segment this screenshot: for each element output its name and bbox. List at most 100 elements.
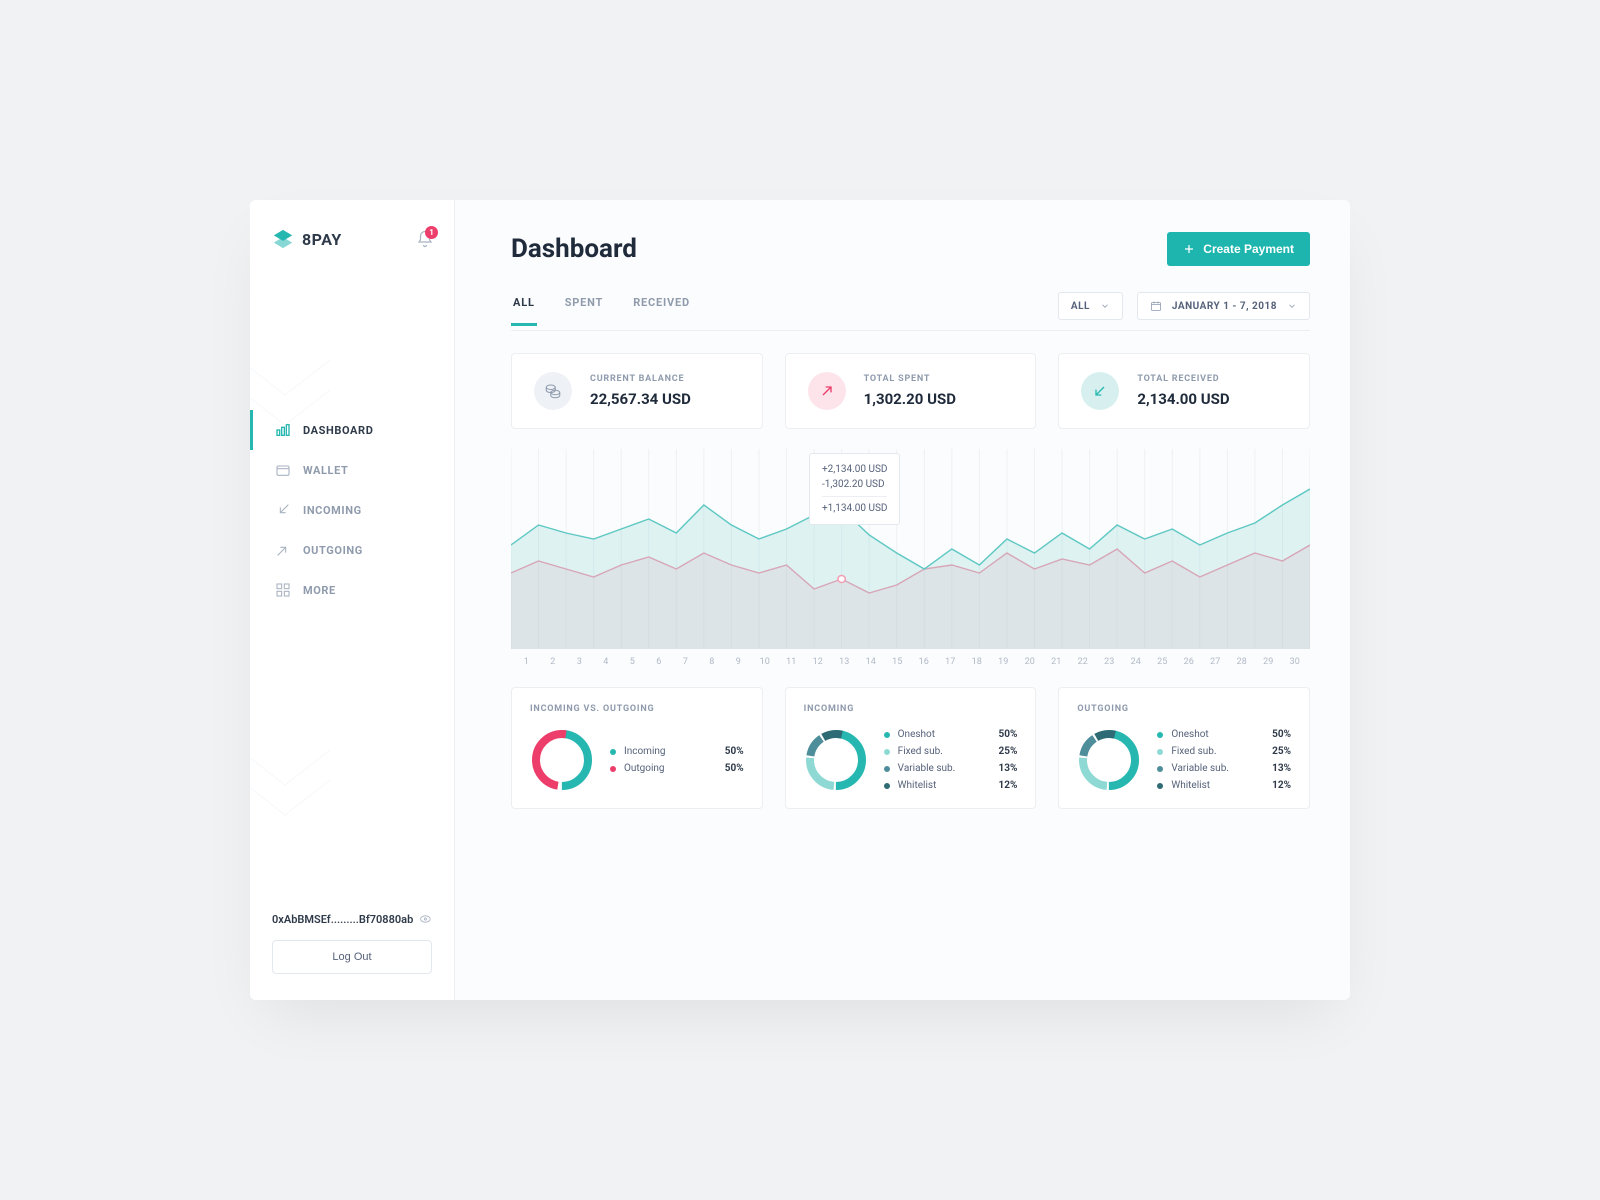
legend-value: 13%	[998, 763, 1017, 774]
chart-tooltip: +2,134.00 USD -1,302.20 USD +1,134.00 US…	[809, 453, 900, 525]
sidebar-item-label: DASHBOARD	[303, 424, 373, 437]
calendar-icon	[1150, 300, 1162, 312]
sidebar-item-label: MORE	[303, 584, 336, 597]
stat-label: TOTAL SPENT	[864, 374, 956, 384]
arrow-in-icon	[1081, 372, 1119, 410]
legend-value: 13%	[1272, 763, 1291, 774]
date-range-select[interactable]: JANUARY 1 - 7, 2018	[1137, 292, 1310, 320]
scope-select[interactable]: ALL	[1058, 292, 1123, 320]
brand-logo[interactable]: 8PAY	[272, 228, 342, 250]
donut-chart	[530, 728, 594, 792]
chart-x-axis: 1234567891011121314151617181920212223242…	[511, 657, 1310, 667]
legend-value: 50%	[725, 763, 744, 774]
legend-value: 25%	[1272, 746, 1291, 757]
arrow-out-icon	[808, 372, 846, 410]
donut-title: OUTGOING	[1077, 704, 1291, 714]
tab-spent[interactable]: SPENT	[563, 296, 605, 326]
legend-dot	[610, 749, 616, 755]
stat-value: 1,302.20 USD	[864, 390, 956, 408]
legend-row: Fixed sub. 25%	[1157, 746, 1291, 757]
eye-icon[interactable]	[419, 912, 432, 926]
sidebar-item-more[interactable]: MORE	[250, 570, 454, 610]
legend-row: Incoming 50%	[610, 746, 744, 757]
stat-card-balance: CURRENT BALANCE 22,567.34 USD	[511, 353, 763, 429]
sidebar-decor-bottom	[250, 740, 350, 860]
legend-row: Whitelist 12%	[1157, 780, 1291, 791]
sidebar: 8PAY 1 DASHBOARD WALLET	[250, 200, 455, 1000]
wallet-address: 0xAbBMSEf.........Bf70880ab	[272, 912, 432, 926]
sidebar-item-outgoing[interactable]: OUTGOING	[250, 530, 454, 570]
donut-title: INCOMING	[804, 704, 1018, 714]
legend-row: Outgoing 50%	[610, 763, 744, 774]
donuts-row: INCOMING VS. OUTGOING Incoming 50% Outgo…	[511, 687, 1310, 809]
tab-received[interactable]: RECEIVED	[631, 296, 692, 326]
legend-label: Whitelist	[898, 780, 999, 791]
legend-label: Fixed sub.	[898, 746, 999, 757]
brand-mark-icon	[272, 228, 294, 250]
legend-value: 50%	[1272, 729, 1291, 740]
legend-dot	[1157, 732, 1163, 738]
legend-dot	[884, 783, 890, 789]
legend-dot	[884, 749, 890, 755]
app-window: 8PAY 1 DASHBOARD WALLET	[250, 200, 1350, 1000]
sidebar-nav: DASHBOARD WALLET INCOMING OUTGOING	[250, 410, 454, 610]
legend-value: 12%	[1272, 780, 1291, 791]
legend-dot	[884, 732, 890, 738]
legend-dot	[1157, 783, 1163, 789]
tab-bar: ALL SPENT RECEIVED ALL JANUARY 1 - 7, 20…	[511, 292, 1310, 331]
stat-value: 2,134.00 USD	[1137, 390, 1229, 408]
legend-dot	[1157, 749, 1163, 755]
sidebar-item-wallet[interactable]: WALLET	[250, 450, 454, 490]
brand-name: 8PAY	[302, 230, 342, 249]
donut-title: INCOMING VS. OUTGOING	[530, 704, 744, 714]
donut-chart	[1077, 728, 1141, 792]
legend-value: 50%	[725, 746, 744, 757]
legend-label: Variable sub.	[898, 763, 999, 774]
arrow-out-icon	[275, 542, 291, 558]
legend-label: Outgoing	[624, 763, 725, 774]
sidebar-item-label: WALLET	[303, 464, 348, 477]
chart-bar-icon	[275, 422, 291, 438]
legend-dot	[610, 766, 616, 772]
arrow-in-icon	[275, 502, 291, 518]
stat-card-received: TOTAL RECEIVED 2,134.00 USD	[1058, 353, 1310, 429]
legend-value: 50%	[998, 729, 1017, 740]
notification-badge: 1	[425, 226, 438, 239]
legend-row: Variable sub. 13%	[884, 763, 1018, 774]
sidebar-item-dashboard[interactable]: DASHBOARD	[250, 410, 454, 450]
legend-label: Variable sub.	[1171, 763, 1272, 774]
donut-card: INCOMING VS. OUTGOING Incoming 50% Outgo…	[511, 687, 763, 809]
sidebar-item-incoming[interactable]: INCOMING	[250, 490, 454, 530]
stat-card-spent: TOTAL SPENT 1,302.20 USD	[785, 353, 1037, 429]
chevron-down-icon	[1287, 301, 1297, 311]
grid-icon	[275, 582, 291, 598]
legend-row: Oneshot 50%	[1157, 729, 1291, 740]
donut-legend: Incoming 50% Outgoing 50%	[610, 746, 744, 774]
tab-all[interactable]: ALL	[511, 296, 537, 326]
donut-legend: Oneshot 50% Fixed sub. 25% Variable sub.…	[1157, 729, 1291, 791]
legend-label: Oneshot	[1171, 729, 1272, 740]
donut-card: INCOMING Oneshot 50% Fixed sub. 25% Vari…	[785, 687, 1037, 809]
stat-label: TOTAL RECEIVED	[1137, 374, 1229, 384]
sidebar-item-label: OUTGOING	[303, 544, 363, 557]
plus-icon	[1183, 243, 1195, 255]
legend-label: Incoming	[624, 746, 725, 757]
donut-legend: Oneshot 50% Fixed sub. 25% Variable sub.…	[884, 729, 1018, 791]
donut-chart	[804, 728, 868, 792]
legend-label: Fixed sub.	[1171, 746, 1272, 757]
stat-label: CURRENT BALANCE	[590, 374, 691, 384]
notifications-button[interactable]: 1	[416, 230, 434, 248]
logout-button[interactable]: Log Out	[272, 940, 432, 974]
legend-label: Oneshot	[898, 729, 999, 740]
legend-dot	[1157, 766, 1163, 772]
main-chart: +2,134.00 USD -1,302.20 USD +1,134.00 US…	[511, 449, 1310, 649]
donut-card: OUTGOING Oneshot 50% Fixed sub. 25% Vari…	[1058, 687, 1310, 809]
stat-value: 22,567.34 USD	[590, 390, 691, 408]
sidebar-item-label: INCOMING	[303, 504, 362, 517]
legend-row: Variable sub. 13%	[1157, 763, 1291, 774]
create-payment-button[interactable]: Create Payment	[1167, 232, 1310, 266]
legend-row: Whitelist 12%	[884, 780, 1018, 791]
legend-value: 12%	[998, 780, 1017, 791]
main-content: Dashboard Create Payment ALL SPENT RECEI…	[455, 200, 1350, 1000]
legend-row: Oneshot 50%	[884, 729, 1018, 740]
